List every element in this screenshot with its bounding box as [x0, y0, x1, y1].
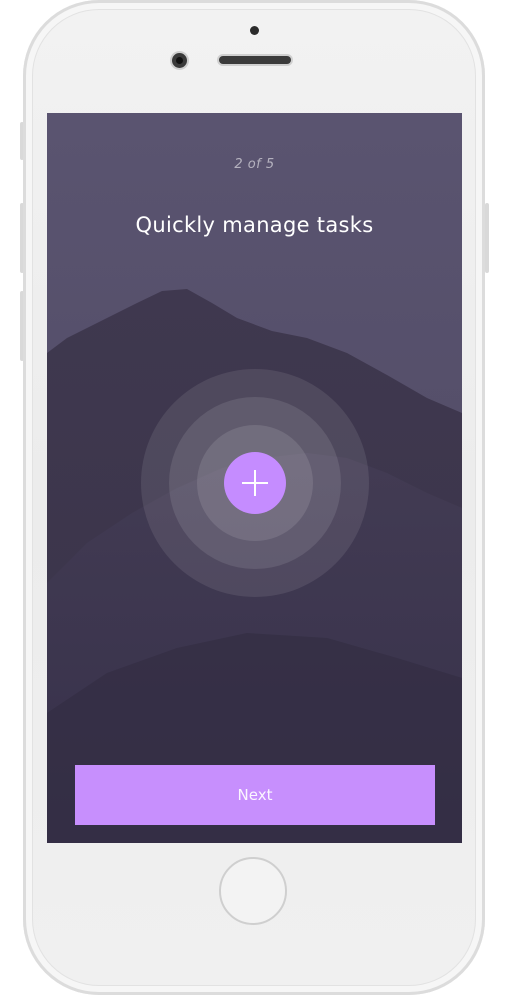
next-button[interactable]: Next: [75, 765, 435, 825]
earpiece-speaker: [219, 56, 291, 64]
add-task-button[interactable]: [224, 452, 286, 514]
front-camera: [172, 53, 187, 68]
power-button: [485, 203, 489, 273]
onboarding-screen: 2 of 5 Quickly manage tasks Next: [47, 113, 462, 843]
step-indicator: 2 of 5: [234, 157, 275, 172]
page-title: Quickly manage tasks: [135, 213, 374, 237]
home-button[interactable]: [219, 857, 287, 925]
front-sensor: [250, 26, 259, 35]
